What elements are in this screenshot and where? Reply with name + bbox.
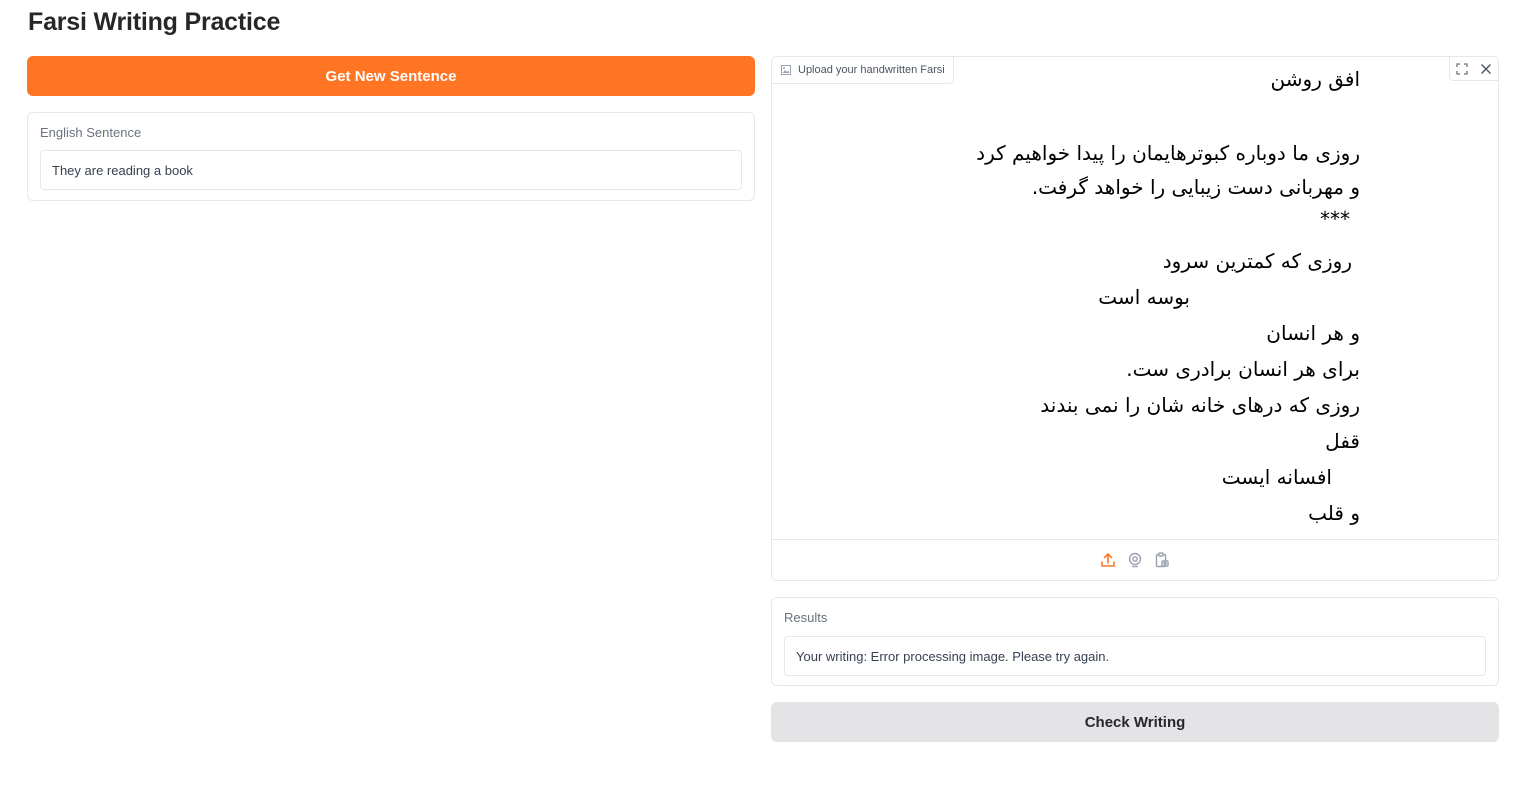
image-text-line: و مهربانی دست زیبایی را خواهد گرفت. <box>1031 175 1360 199</box>
english-sentence-field[interactable]: They are reading a book <box>40 150 742 190</box>
page-title: Farsi Writing Practice <box>28 8 281 36</box>
image-text-line: روزی که کمترین سرود <box>1162 249 1352 273</box>
fullscreen-icon[interactable] <box>1450 57 1474 81</box>
upload-label-tag: Upload your handwritten Farsi <box>772 57 954 84</box>
image-text-line: روزی ما دوباره کبوترهایمان را پیدا خواهی… <box>976 141 1360 165</box>
uploaded-handwriting-image: افق روشن روزی ما دوباره کبوترهایمان را پ… <box>772 65 1498 535</box>
image-text-line: روزی که درهای خانه شان را نمی بندند <box>1040 393 1360 417</box>
image-text-line: بوسه است <box>1098 285 1190 309</box>
results-panel: Results Your writing: Error processing i… <box>771 597 1499 686</box>
results-label: Results <box>784 610 828 625</box>
english-sentence-label: English Sentence <box>40 125 142 140</box>
results-field[interactable]: Your writing: Error processing image. Pl… <box>784 636 1486 676</box>
clipboard-icon[interactable] <box>1153 551 1171 569</box>
image-upload-panel[interactable]: Upload your handwritten Farsi افق روشن ر… <box>771 56 1499 581</box>
image-corner-controls <box>1449 57 1498 81</box>
image-text-line: و هر انسان <box>1266 321 1360 345</box>
image-text-line: *** <box>1320 207 1350 231</box>
english-sentence-panel: English Sentence They are reading a book <box>27 112 755 201</box>
get-new-sentence-button[interactable]: Get New Sentence <box>27 56 755 96</box>
close-icon[interactable] <box>1474 57 1498 81</box>
image-text-line: قفل <box>1325 429 1360 453</box>
webcam-icon[interactable] <box>1126 551 1144 569</box>
image-text-line: و قلب <box>1308 501 1360 525</box>
image-icon <box>781 65 791 75</box>
left-column: Get New Sentence <box>27 56 755 96</box>
check-writing-button[interactable]: Check Writing <box>771 702 1499 742</box>
upload-source-toolbar <box>772 539 1498 580</box>
upload-icon[interactable] <box>1099 551 1117 569</box>
image-text-line: برای هر انسان برادری ست. <box>1126 357 1360 381</box>
upload-label: Upload your handwritten Farsi <box>798 64 945 76</box>
image-text-line: افق روشن <box>1270 67 1360 91</box>
image-text-line: افسانه ایست <box>1221 465 1332 489</box>
